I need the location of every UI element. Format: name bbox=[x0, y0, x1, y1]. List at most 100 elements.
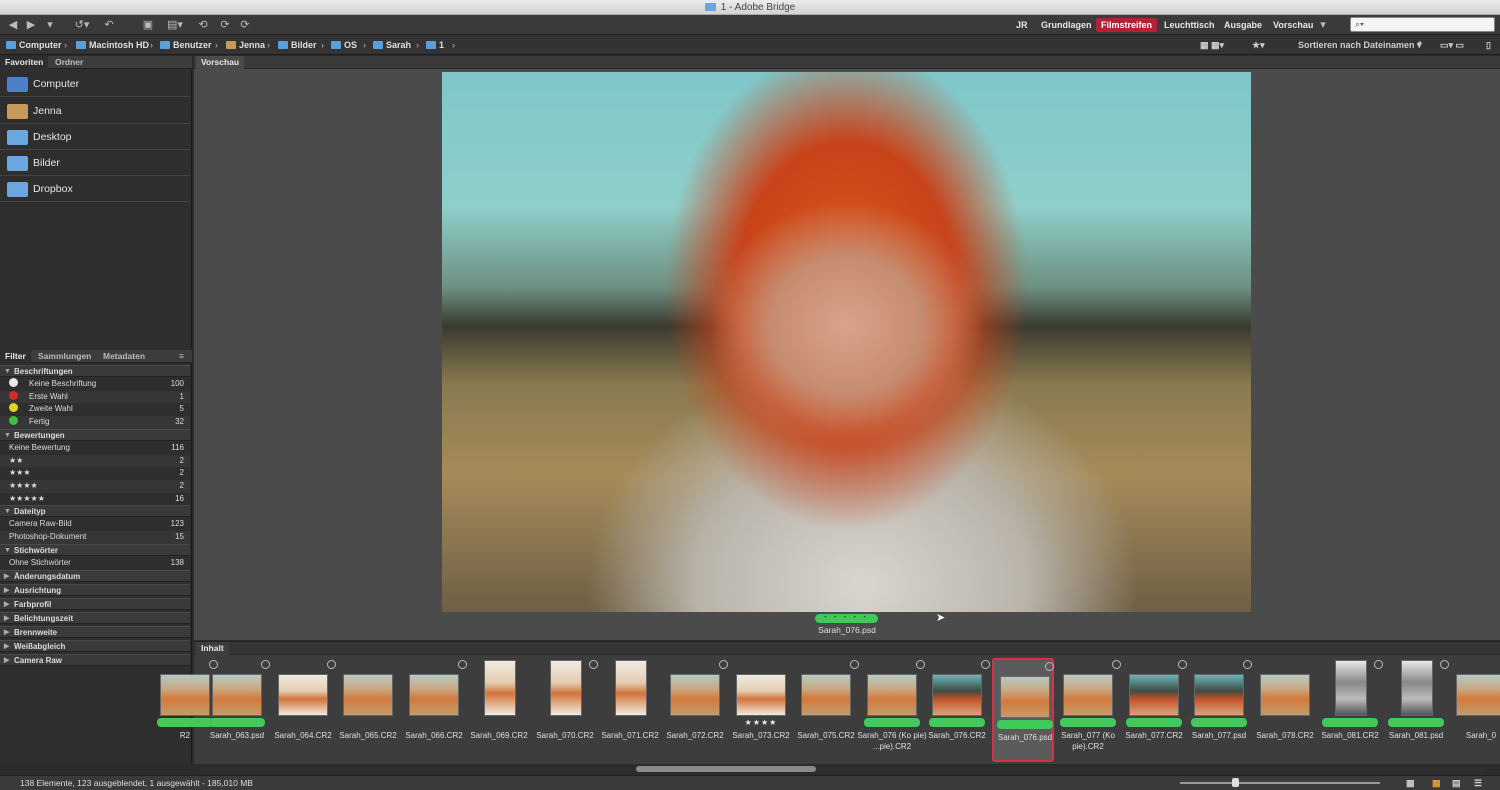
recent-icon[interactable]: ▾ bbox=[44, 18, 56, 32]
workspace-menu-icon[interactable]: ⟳ bbox=[238, 18, 252, 32]
scrollbar-thumb[interactable] bbox=[636, 766, 816, 772]
thumbnail-image[interactable] bbox=[343, 674, 393, 716]
thumbnail-image[interactable] bbox=[670, 674, 720, 716]
thumbnail-item[interactable]: Sarah_076.CR2 bbox=[926, 658, 990, 762]
breadcrumb-computer[interactable]: Computer bbox=[6, 39, 62, 51]
workspace-vorschau[interactable]: Vorschau bbox=[1268, 18, 1318, 32]
back-icon[interactable]: ◀ bbox=[6, 18, 20, 32]
thumbnail-item[interactable]: Sarah_064.CR2 bbox=[272, 658, 336, 762]
thumbnail-image[interactable] bbox=[160, 674, 210, 716]
thumbnail-image[interactable] bbox=[1000, 676, 1050, 718]
forward-icon[interactable]: ▶ bbox=[24, 18, 38, 32]
thumbnail-image[interactable] bbox=[1194, 674, 1244, 716]
thumbnail-image[interactable] bbox=[1456, 674, 1500, 716]
workspace-jr[interactable]: JR bbox=[1011, 18, 1033, 32]
slider-knob[interactable] bbox=[1232, 778, 1239, 787]
favorite-dropbox[interactable]: Dropbox bbox=[0, 176, 190, 202]
thumbnail-item[interactable]: Sarah_077 (Ko pie).CR2 bbox=[1057, 658, 1121, 762]
thumbnail-item[interactable]: Sarah_072.CR2 bbox=[664, 658, 728, 762]
thumbnail-item[interactable]: Sarah_070.CR2 bbox=[534, 658, 598, 762]
thumbnail-image[interactable] bbox=[867, 674, 917, 716]
thumbnail-item[interactable]: Sarah_076.psd bbox=[992, 658, 1054, 762]
breadcrumb-jenna[interactable]: Jenna bbox=[226, 39, 265, 51]
tab-metadaten[interactable]: Metadaten bbox=[98, 350, 150, 363]
favorite-computer[interactable]: Computer bbox=[0, 71, 190, 97]
favorite-desktop[interactable]: Desktop bbox=[0, 124, 190, 150]
thumbnail-item[interactable]: Sarah_077.psd bbox=[1188, 658, 1252, 762]
workspace-filmstreifen[interactable]: Filmstreifen bbox=[1096, 18, 1158, 32]
thumbnail-image[interactable] bbox=[1401, 660, 1433, 716]
filter-row[interactable]: ★★★★ 2 bbox=[0, 479, 190, 493]
thumbnail-image[interactable] bbox=[1335, 660, 1367, 716]
filter-row[interactable]: ★★★ 2 bbox=[0, 467, 190, 480]
filter-group-header[interactable]: ▶ Belichtungszeit bbox=[0, 612, 190, 625]
detail-view-icon[interactable]: ▤ bbox=[1452, 777, 1461, 789]
thumbnail-item[interactable]: Sarah_075.CR2 bbox=[795, 658, 859, 762]
filter-row[interactable]: Keine Bewertung 116 bbox=[0, 442, 190, 455]
filter-group-header[interactable]: ▶ Weißabgleich bbox=[0, 640, 190, 653]
filter-row[interactable]: Fertig 32 bbox=[0, 416, 190, 429]
thumbnail-item[interactable]: Sarah_065.CR2 bbox=[337, 658, 399, 762]
thumbnail-image[interactable] bbox=[278, 674, 328, 716]
thumbnail-item[interactable]: Sarah_081.CR2 bbox=[1319, 658, 1383, 762]
thumbnail-view-icon[interactable]: ▦ bbox=[1432, 777, 1441, 789]
filter-row[interactable]: Ohne Stichwörter 138 bbox=[0, 557, 190, 570]
filter-group-header[interactable]: ▼ Dateityp bbox=[0, 505, 190, 518]
workspace-more-icon[interactable]: ▾ bbox=[1317, 18, 1329, 32]
star-filter-icon[interactable]: ★▾ bbox=[1252, 39, 1265, 51]
filter-group-header[interactable]: ▼ Bewertungen bbox=[0, 428, 190, 441]
panel-menu-icon[interactable]: ≡ bbox=[174, 350, 189, 363]
filter-group-header[interactable]: ▶ Änderungsdatum bbox=[0, 570, 190, 583]
thumbnail-item[interactable]: Sarah_076 (Ko pie) ...pie).CR2 bbox=[857, 658, 927, 762]
grid-view-icon[interactable]: ▦ bbox=[1406, 777, 1415, 789]
quality-icon[interactable]: ▦ ▦▾ bbox=[1200, 39, 1224, 51]
filter-group-header[interactable]: ▶ Brennweite bbox=[0, 626, 190, 639]
thumbnail-image[interactable] bbox=[550, 660, 582, 716]
filter-row[interactable]: ★★ 2 bbox=[0, 454, 190, 468]
output-icon[interactable]: ▣ bbox=[140, 18, 156, 32]
filter-row[interactable]: ★★★★★ 16 bbox=[0, 493, 190, 506]
thumbnail-item[interactable]: Sarah_063.psd bbox=[206, 658, 270, 762]
filter-row[interactable]: Camera Raw-Bild 123 bbox=[0, 518, 190, 531]
tab-vorschau[interactable]: Vorschau bbox=[196, 56, 245, 69]
camera-download-icon[interactable]: ↶ bbox=[102, 18, 116, 32]
thumbnail-item[interactable]: Sarah_077.CR2 bbox=[1123, 658, 1187, 762]
breadcrumb-os[interactable]: OS bbox=[331, 39, 357, 51]
thumbnail-item[interactable]: Sarah_069.CR2 bbox=[468, 658, 530, 762]
breadcrumb-macintosh-hd[interactable]: Macintosh HD bbox=[76, 39, 149, 51]
filter-row[interactable]: Photoshop-Dokument 15 bbox=[0, 531, 190, 544]
tab-ordner[interactable]: Ordner bbox=[50, 56, 88, 69]
horizontal-scrollbar[interactable] bbox=[196, 765, 1486, 773]
thumbnail-item[interactable]: Sarah_066.CR2 bbox=[403, 658, 467, 762]
thumbnail-image[interactable] bbox=[932, 674, 982, 716]
breadcrumb-1[interactable]: 1 bbox=[426, 39, 444, 51]
delete-icon[interactable]: ▯ bbox=[1486, 39, 1491, 51]
thumbnail-item[interactable]: Sarah_081.psd bbox=[1385, 658, 1449, 762]
thumbnail-size-slider[interactable] bbox=[1180, 782, 1380, 784]
rotate-right-icon[interactable]: ⟳ bbox=[218, 18, 232, 32]
sort-asc-icon[interactable]: ⌃ bbox=[1416, 39, 1424, 51]
breadcrumb-benutzer[interactable]: Benutzer bbox=[160, 39, 212, 51]
thumbnail-item[interactable]: Sarah_078.CR2 bbox=[1254, 658, 1316, 762]
thumbnail-image[interactable] bbox=[484, 660, 516, 716]
boomerang-icon[interactable]: ↺▾ bbox=[72, 18, 92, 32]
thumbnail-item[interactable]: ★★★★ Sarah_073.CR2 bbox=[730, 658, 792, 762]
workspace-ausgabe[interactable]: Ausgabe bbox=[1219, 18, 1267, 32]
filter-row[interactable]: Erste Wahl 1 bbox=[0, 390, 190, 404]
label-rating-pill[interactable]: • • • • • bbox=[815, 614, 878, 623]
sort-dropdown[interactable]: Sortieren nach Dateinamen ▾ bbox=[1298, 39, 1422, 51]
tab-sammlungen[interactable]: Sammlungen bbox=[33, 350, 96, 363]
list-view-icon[interactable]: ☰ bbox=[1474, 777, 1482, 789]
thumbnail-image[interactable] bbox=[615, 660, 647, 716]
filter-group-header[interactable]: ▼ Stichwörter bbox=[0, 543, 190, 556]
thumbnail-item[interactable]: Sarah_0 bbox=[1450, 658, 1500, 762]
thumbnail-image[interactable] bbox=[1260, 674, 1310, 716]
filter-group-header[interactable]: ▼ Beschriftungen bbox=[0, 365, 190, 377]
favorite-jenna[interactable]: Jenna bbox=[0, 98, 190, 124]
filter-row[interactable]: Zweite Wahl 5 bbox=[0, 403, 190, 416]
refine-icon[interactable]: ▤▾ bbox=[164, 18, 186, 32]
tab-filter[interactable]: Filter bbox=[0, 350, 31, 363]
workspace-grundlagen[interactable]: Grundlagen bbox=[1036, 18, 1097, 32]
search-input[interactable]: ⌕▾ bbox=[1350, 17, 1495, 32]
thumbnail-image[interactable] bbox=[409, 674, 459, 716]
